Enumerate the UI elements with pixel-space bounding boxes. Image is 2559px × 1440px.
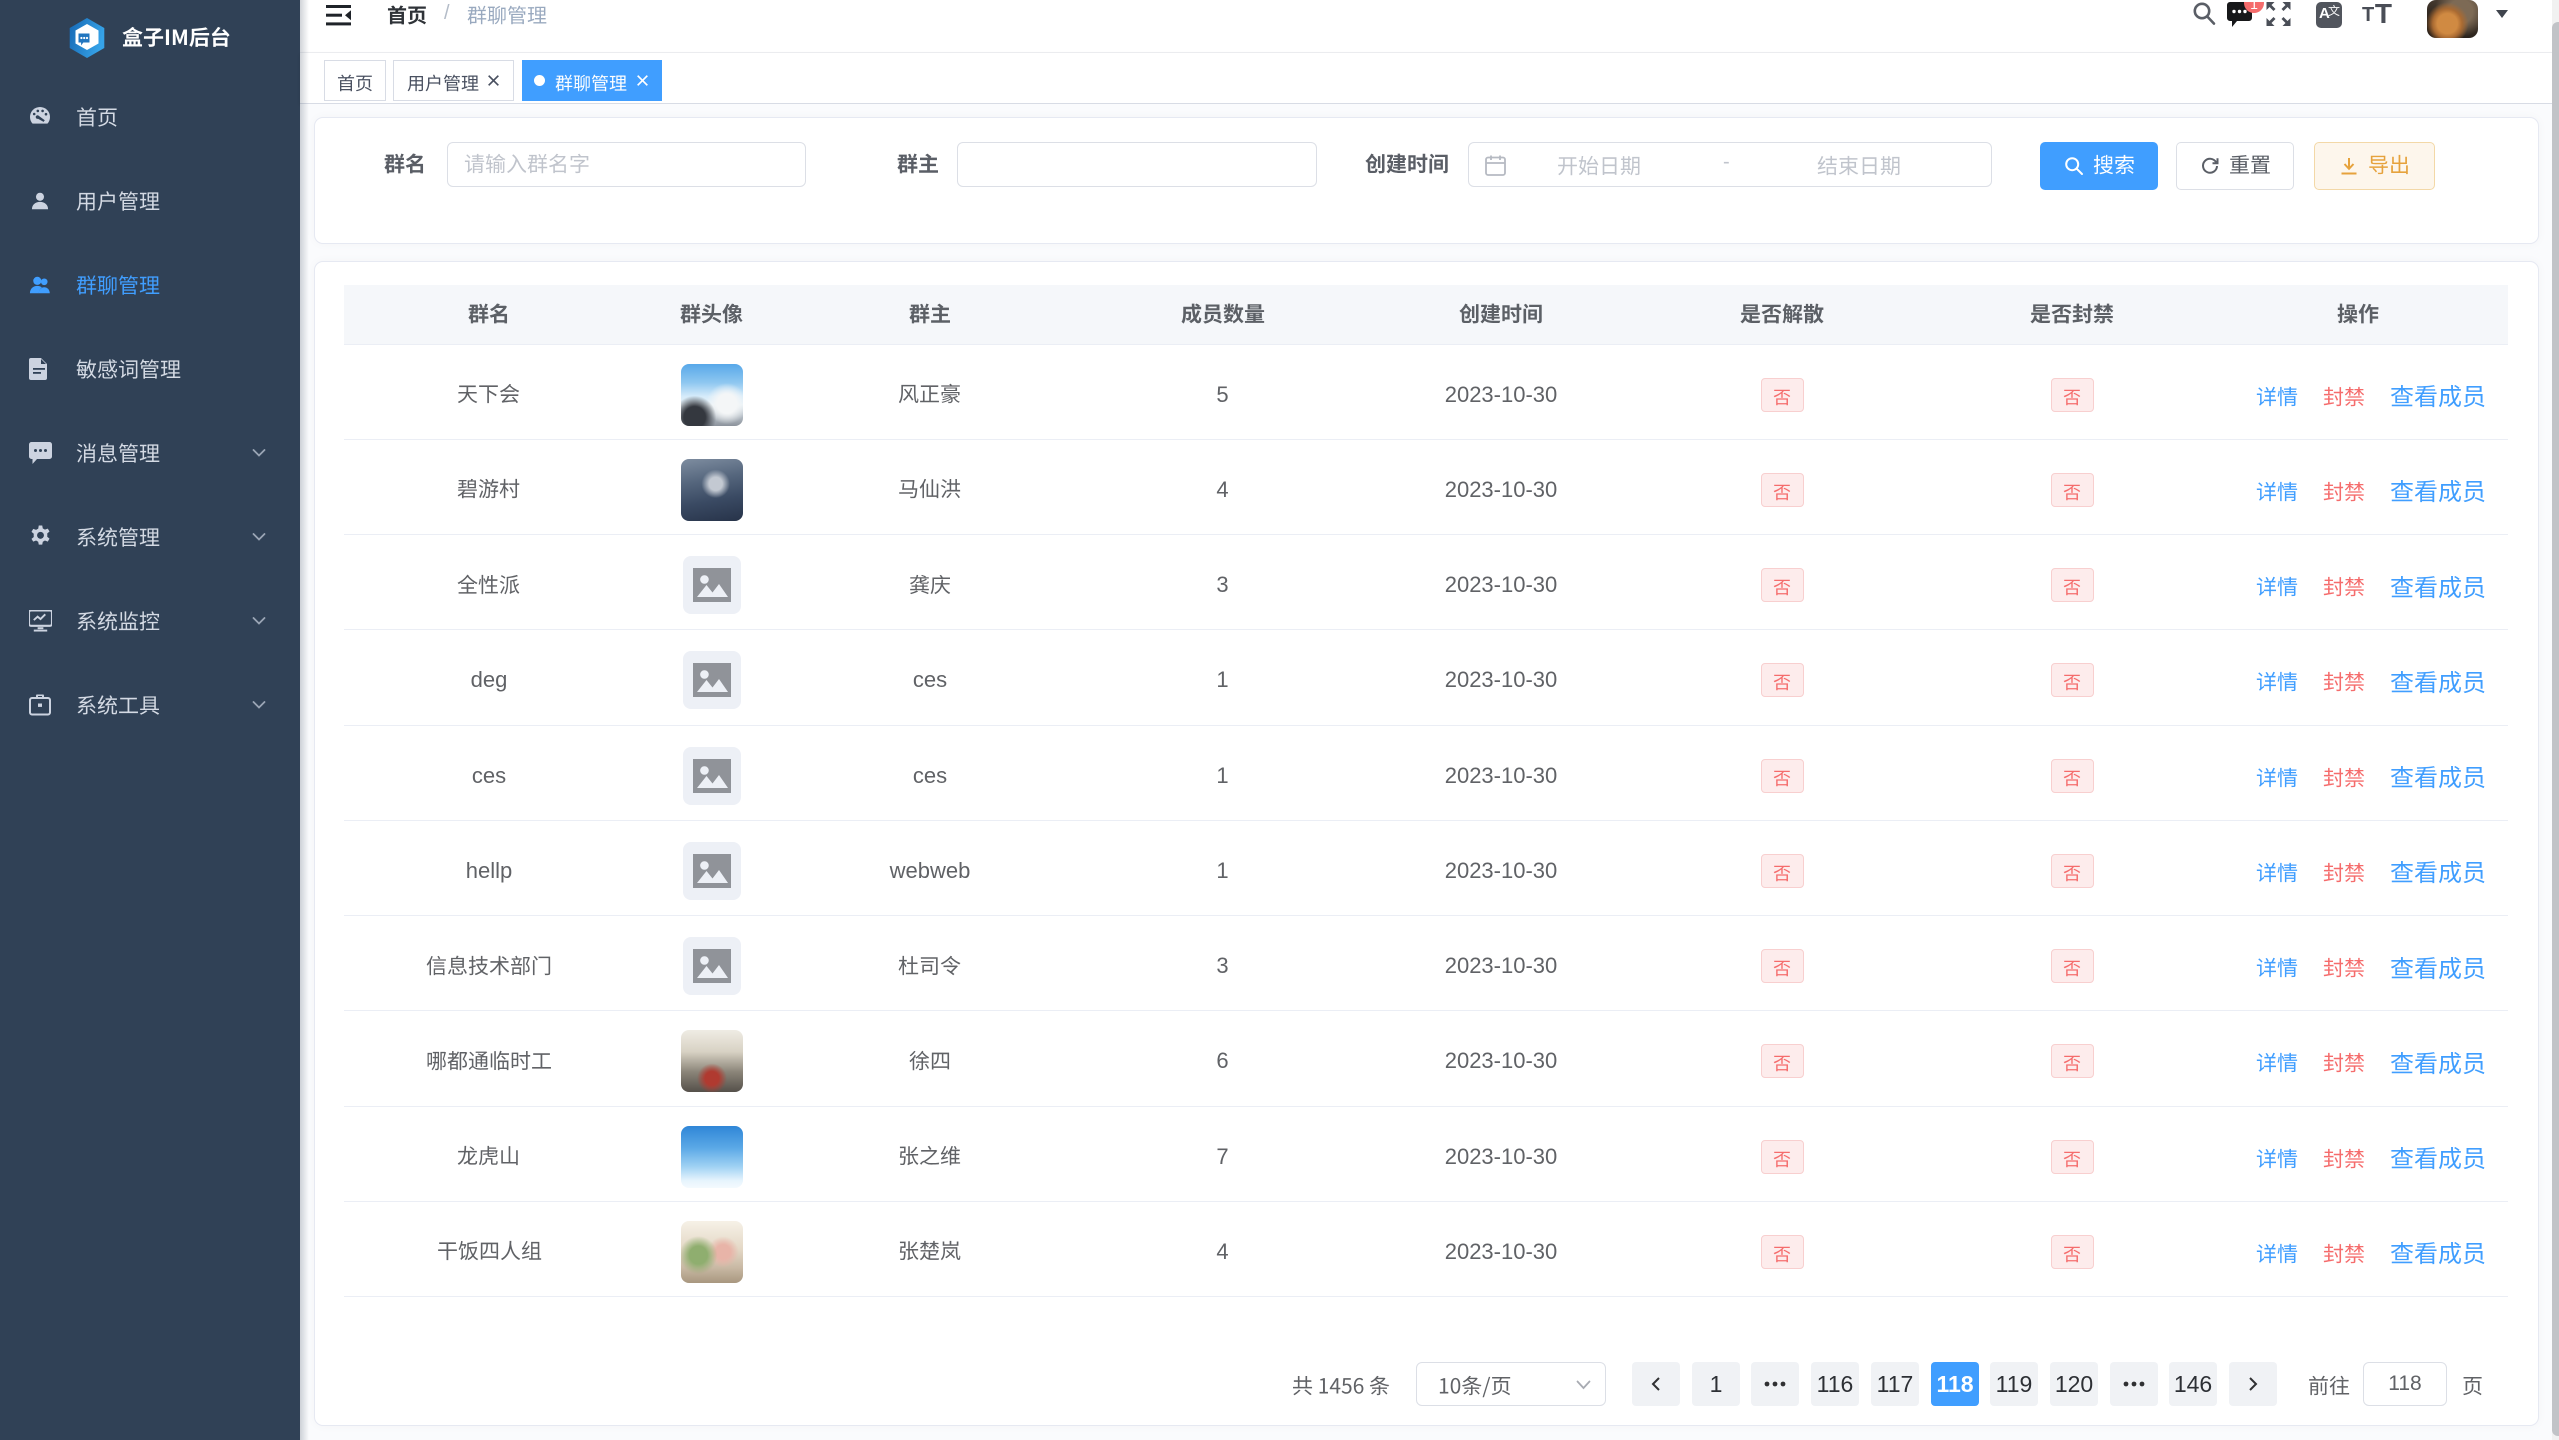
svg-text:1: 1 [2250,2,2258,12]
